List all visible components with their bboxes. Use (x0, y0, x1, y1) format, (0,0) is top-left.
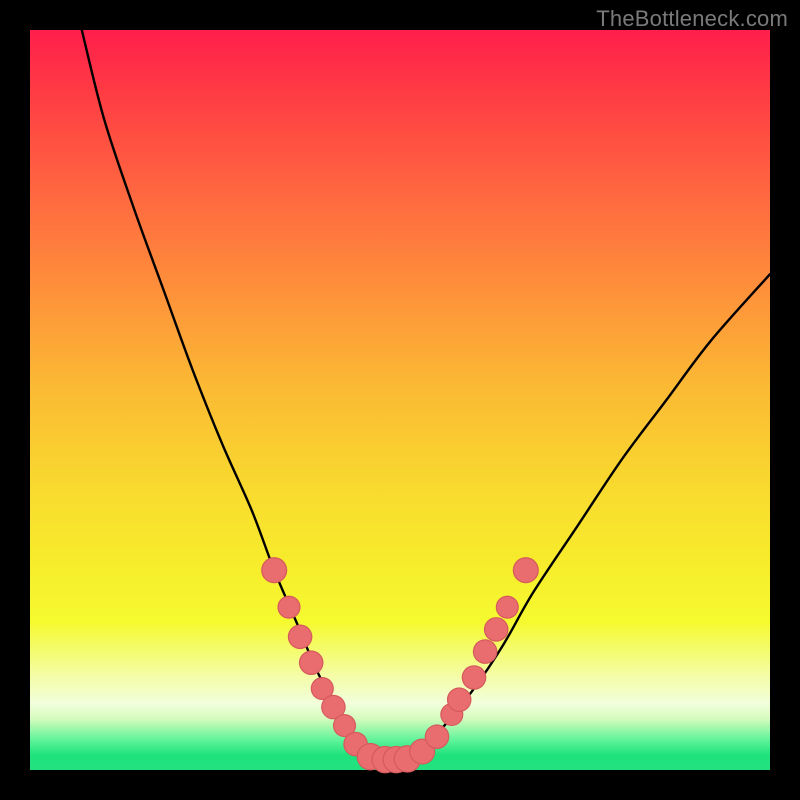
chart-stage: TheBottleneck.com (0, 0, 800, 800)
curve-markers (261, 557, 539, 773)
curve-marker (262, 558, 286, 582)
curve-marker (485, 618, 507, 640)
curve-marker (448, 689, 470, 711)
plot-area (30, 30, 770, 770)
curve-marker (514, 558, 538, 582)
curve-marker (497, 597, 518, 618)
watermark-text: TheBottleneck.com (596, 6, 788, 32)
bottleneck-curve (82, 30, 770, 759)
curve-marker (426, 726, 448, 748)
curve-marker (279, 597, 300, 618)
curve-marker (463, 666, 485, 688)
curve-marker (474, 641, 496, 663)
curve-marker (289, 626, 311, 648)
curve-marker (300, 652, 322, 674)
chart-overlay (30, 30, 770, 770)
